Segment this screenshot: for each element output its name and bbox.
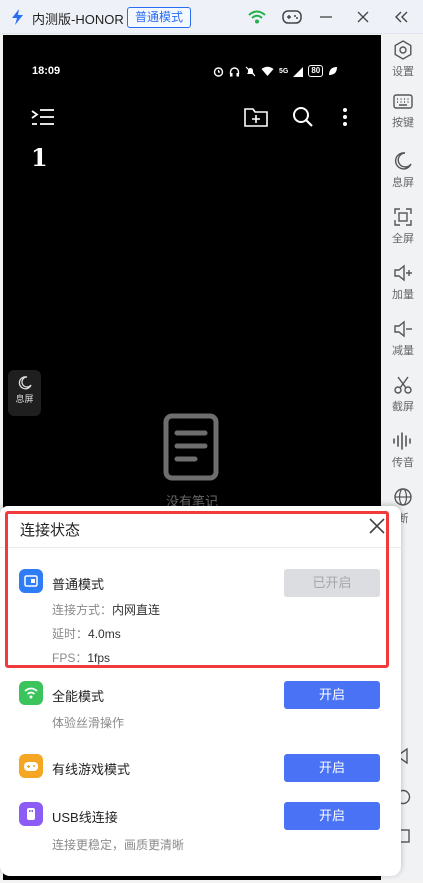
leaf-icon: [329, 67, 338, 75]
mode-name: 有线游戏模式: [52, 762, 131, 777]
sidebar-item-label: 全屏: [392, 233, 414, 245]
fps-line: FPS：1fps: [52, 651, 111, 665]
sidebar-item-label: 设置: [392, 66, 414, 78]
sidebar-item-sleep[interactable]: 息屏: [383, 151, 423, 190]
scissors-icon: [394, 376, 412, 394]
wifi-mode-icon: [19, 681, 43, 705]
close-icon[interactable]: [351, 5, 375, 29]
sidebar-item-label: 传音: [392, 457, 414, 469]
fps-value: 1fps: [87, 651, 111, 665]
panel-title: 连接状态: [20, 522, 81, 539]
sidebar-item-keys[interactable]: 按键: [383, 93, 423, 130]
connection-method-value: 内网直连: [112, 603, 161, 617]
new-folder-icon[interactable]: [244, 105, 268, 129]
globe-icon: [394, 488, 412, 506]
wifi-icon[interactable]: [245, 5, 269, 29]
all-round-mode-enable-button[interactable]: 开启: [284, 681, 380, 709]
headphones-icon: [229, 66, 240, 76]
panel-close-icon[interactable]: [368, 517, 386, 535]
network-type: 5G: [279, 67, 289, 75]
sidebar-item-screenshot[interactable]: 截屏: [383, 375, 423, 414]
sidebar-item-label: 减量: [392, 345, 414, 357]
mode-description: 连接更稳定，画质更清晰: [52, 838, 185, 852]
wired-game-mode-enable-button[interactable]: 开启: [284, 754, 380, 782]
fullscreen-icon: [394, 208, 412, 226]
mode-badge[interactable]: 普通模式: [127, 7, 192, 28]
status-time: 18:09: [32, 65, 61, 77]
connection-method-line: 连接方式：内网直连: [52, 603, 161, 617]
floating-sleep-button[interactable]: 息屏: [8, 370, 41, 416]
gamepad-icon[interactable]: [280, 5, 304, 29]
moon-icon: [394, 152, 412, 170]
latency-line: 延时：4.0ms: [52, 627, 121, 641]
gamepad-mode-icon: [19, 754, 43, 778]
sidebar-item-label: 加量: [392, 289, 414, 301]
floating-sleep-label: 息屏: [15, 394, 34, 404]
menu-indent-icon[interactable]: [31, 105, 55, 129]
mute-bell-icon: [245, 66, 256, 76]
mode-name: USB线连接: [52, 810, 118, 825]
more-vertical-icon[interactable]: [333, 105, 357, 129]
usb-mode-icon: [19, 802, 43, 826]
latency-value: 4.0ms: [88, 627, 121, 641]
title-bar: 内测版-HONOR 普通模式: [0, 0, 423, 34]
normal-mode-enabled-button[interactable]: 已开启: [284, 569, 380, 597]
sidebar-item-audio[interactable]: 传音: [383, 431, 423, 470]
panel-header: 连接状态: [0, 506, 401, 548]
empty-note-icon: [163, 413, 219, 481]
mode-name: 全能模式: [52, 689, 105, 704]
normal-mode-icon: [19, 569, 43, 593]
sidebar-item-label: 息屏: [392, 177, 414, 189]
mode-description: 体验丝滑操作: [52, 716, 125, 730]
search-icon[interactable]: [291, 105, 315, 129]
sidebar-item-settings[interactable]: 设置: [383, 40, 423, 79]
battery-level: 80: [308, 65, 324, 77]
sidebar-item-label: 按键: [392, 117, 414, 129]
collapse-double-chevron-icon[interactable]: [389, 5, 413, 29]
note-count: 1: [31, 143, 48, 172]
usb-mode-enable-button[interactable]: 开启: [284, 802, 380, 830]
sidebar-item-label: 截屏: [392, 401, 414, 413]
sidebar-item-fullscreen[interactable]: 全屏: [383, 207, 423, 246]
app-logo-icon: [12, 9, 23, 25]
signal-icon: [293, 66, 304, 77]
volume-up-icon: [394, 264, 412, 282]
alarm-icon: [213, 66, 224, 77]
minimize-icon[interactable]: [314, 5, 338, 29]
sidebar-item-volume-down[interactable]: 减量: [383, 319, 423, 358]
keyboard-icon: [393, 94, 413, 109]
status-icons: 5G 80: [213, 63, 338, 79]
gear-icon: [394, 40, 412, 60]
status-wifi-icon: [261, 66, 274, 76]
moon-icon: [18, 376, 32, 390]
connection-status-panel: 连接状态 普通模式 已开启 连接方式：内网直连 延时：4.0ms FPS：1fp…: [0, 506, 401, 876]
mode-name: 普通模式: [52, 577, 105, 592]
window-title: 内测版-HONOR: [32, 12, 124, 27]
audio-wave-icon: [393, 432, 411, 450]
volume-down-icon: [394, 320, 412, 338]
sidebar-item-volume-up[interactable]: 加量: [383, 263, 423, 302]
